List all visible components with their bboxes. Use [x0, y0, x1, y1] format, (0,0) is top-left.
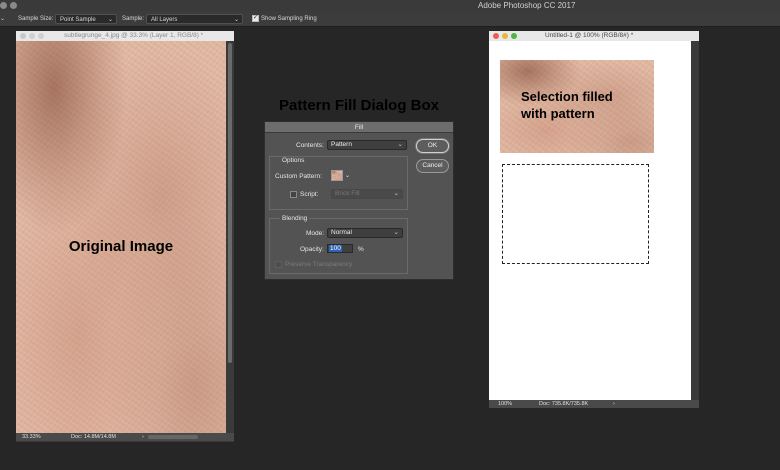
left-zoom-readout[interactable]: 33.33% [22, 433, 41, 441]
mode-value: Normal [331, 229, 352, 236]
left-document-titlebar[interactable]: subtlegrunge_4.jpg @ 33.3% (Layer 1, RGB… [16, 31, 234, 41]
window-controls [20, 33, 44, 39]
zoom-dot-icon[interactable] [511, 33, 517, 39]
pattern-picker-chevron-icon[interactable]: ⌄ [345, 172, 350, 179]
chevron-right-icon[interactable]: › [142, 433, 144, 441]
original-image-canvas[interactable]: Original Image [16, 41, 226, 433]
chevron-right-icon[interactable]: › [613, 400, 615, 408]
opacity-unit: % [358, 246, 364, 253]
app-title-bar: Adobe Photoshop CC 2017 [0, 0, 780, 11]
sample-size-value: Point Sample [60, 17, 96, 23]
new-document-canvas[interactable]: Selection filled with pattern [489, 41, 691, 400]
opacity-value: 100 [329, 245, 342, 252]
dialog-caption: Pattern Fill Dialog Box [278, 97, 440, 114]
right-document-title: Untitled-1 @ 100% (RGB/8#) * [545, 32, 634, 39]
ok-button[interactable]: OK [416, 139, 449, 153]
right-doc-info: Doc: 735.8K/735.8K [539, 401, 589, 407]
window-controls [0, 2, 17, 9]
tool-preset-chevron-icon[interactable]: ⌄ [0, 14, 5, 24]
app-title: Adobe Photoshop CC 2017 [478, 1, 576, 10]
selection-annotation-line2: with pattern [521, 106, 595, 121]
minimize-dot-icon[interactable] [10, 2, 17, 9]
selection-annotation: Selection filled with pattern [521, 88, 613, 122]
sample-size-label: Sample Size: [18, 16, 54, 22]
sample-size-select[interactable]: Point Sample ⌄ [55, 14, 117, 24]
chevron-down-icon: ⌄ [233, 17, 239, 23]
vertical-scrollbar[interactable] [691, 41, 699, 400]
zoom-dot-icon[interactable] [38, 33, 44, 39]
close-dot-icon[interactable] [20, 33, 26, 39]
marquee-selection[interactable] [502, 164, 649, 264]
chevron-down-icon: ⌄ [397, 141, 403, 148]
chevron-down-icon: ⌄ [107, 17, 113, 23]
vertical-scrollbar[interactable] [226, 41, 234, 433]
minimize-dot-icon[interactable] [29, 33, 35, 39]
mode-select[interactable]: Normal ⌄ [327, 228, 403, 238]
fill-dialog-title[interactable]: Fill [265, 122, 453, 133]
opacity-label: Opacity: [300, 246, 324, 253]
contents-select[interactable]: Pattern ⌄ [327, 140, 407, 150]
left-document-title: subtlegrunge_4.jpg @ 33.3% (Layer 1, RGB… [64, 32, 204, 39]
script-select[interactable]: Brick Fill ⌄ [331, 189, 403, 199]
right-document-window: Untitled-1 @ 100% (RGB/8#) * Selection f… [489, 31, 699, 408]
right-status-bar: 100% Doc: 735.8K/735.8K › [489, 400, 699, 408]
preserve-transparency-label: Preserve Transparency [285, 261, 353, 268]
sample-select[interactable]: All Layers ⌄ [146, 14, 243, 24]
pattern-filled-selection[interactable]: Selection filled with pattern [500, 60, 654, 153]
close-dot-icon[interactable] [493, 33, 499, 39]
show-sampling-ring-label: Show Sampling Ring [261, 16, 317, 22]
script-label: Script: [300, 191, 319, 198]
chevron-down-icon: ⌄ [393, 229, 399, 236]
contents-label: Contents: [296, 142, 324, 149]
options-bar: ⌄ Sample Size: Point Sample ⌄ Sample: Al… [0, 11, 780, 27]
contents-value: Pattern [331, 141, 352, 148]
left-document-window: subtlegrunge_4.jpg @ 33.3% (Layer 1, RGB… [16, 31, 234, 442]
chevron-down-icon: ⌄ [393, 190, 399, 197]
sample-value: All Layers [151, 17, 178, 23]
minimize-dot-icon[interactable] [502, 33, 508, 39]
window-controls [493, 33, 517, 39]
sample-label: Sample: [122, 16, 145, 22]
pattern-swatch[interactable] [331, 170, 343, 181]
show-sampling-ring-checkbox[interactable] [252, 13, 259, 23]
blending-heading: Blending [280, 215, 310, 222]
mode-label: Mode: [306, 230, 325, 237]
right-document-titlebar[interactable]: Untitled-1 @ 100% (RGB/8#) * [489, 31, 699, 41]
options-heading: Options [280, 157, 307, 164]
fill-dialog: Fill Contents: Pattern ⌄ OK Cancel Optio… [264, 121, 454, 280]
preserve-transparency-checkbox[interactable] [275, 261, 282, 268]
original-image-annotation: Original Image [68, 238, 174, 255]
selection-annotation-line1: Selection filled [521, 89, 613, 104]
cancel-button[interactable]: Cancel [416, 159, 449, 173]
right-zoom-readout[interactable]: 100% [498, 400, 512, 408]
script-value: Brick Fill [335, 190, 360, 197]
horizontal-scrollbar[interactable] [148, 435, 198, 439]
options-group [269, 156, 408, 210]
left-status-bar: 33.33% Doc: 14.8M/14.8M › [16, 433, 234, 441]
close-dot-icon[interactable] [0, 2, 7, 9]
opacity-input[interactable]: 100 [327, 244, 353, 253]
scrollbar-thumb[interactable] [228, 43, 232, 363]
custom-pattern-label: Custom Pattern: [275, 173, 322, 180]
left-doc-info: Doc: 14.8M/14.8M [71, 434, 116, 440]
script-checkbox[interactable] [290, 191, 297, 198]
